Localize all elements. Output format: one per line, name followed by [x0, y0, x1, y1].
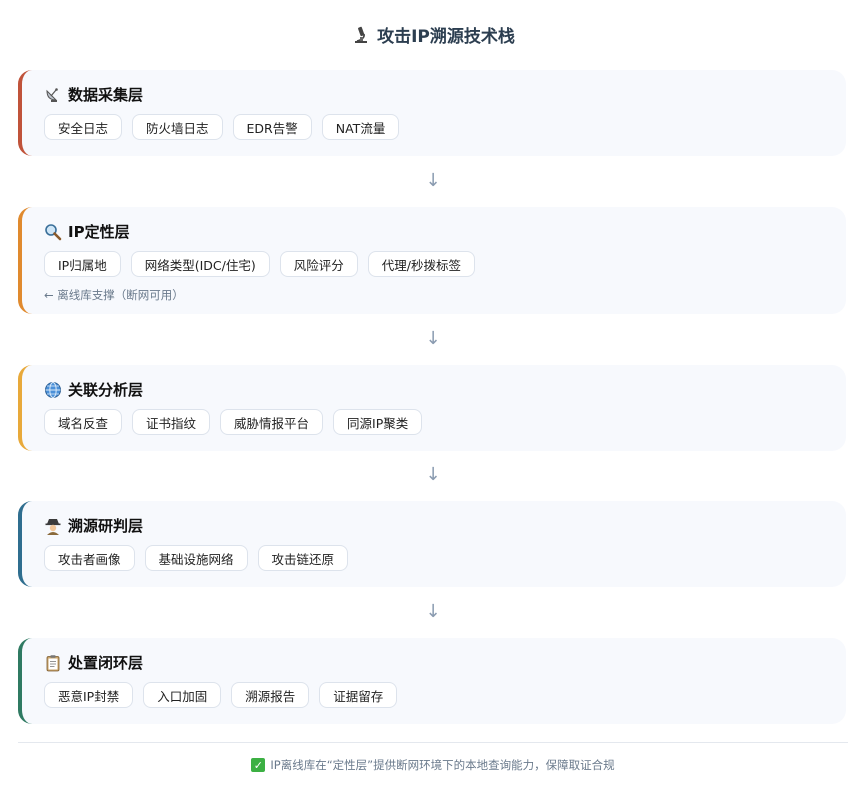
clipboard-icon [46, 654, 60, 671]
chip: 入口加固 [143, 682, 222, 708]
globe-icon [45, 381, 61, 398]
flow-arrow: ↓ [425, 601, 441, 622]
diagram-title: 攻击IP溯源技术栈 [0, 22, 866, 47]
chip: 溯源报告 [231, 682, 310, 708]
footer-divider [18, 742, 848, 743]
chip: 证书指纹 [132, 409, 211, 435]
chip: 证据留存 [319, 682, 398, 708]
chip: 风险评分 [279, 251, 358, 277]
footer-note: ✓ IP离线库在“定性层”提供断网环境下的本地查询能力，保障取证合规 [0, 757, 866, 773]
layer-title: 关联分析层 [68, 381, 144, 399]
chip: 基础设施网络 [144, 545, 248, 571]
chip: NAT流量 [321, 114, 400, 140]
chip: 安全日志 [44, 114, 123, 140]
satellite-dish-icon [46, 87, 58, 102]
layer-title: 数据采集层 [68, 86, 144, 104]
chip: 域名反查 [44, 409, 123, 435]
diagram-page: 攻击IP溯源技术栈 数据采集层 安全日志 防火墙日志 EDR告警 NAT流量 ↓ [0, 0, 866, 795]
layer-title: IP定性层 [68, 223, 130, 241]
check-mark-icon: ✓ [251, 758, 266, 772]
magnifier-icon [45, 223, 62, 240]
chip: 防火墙日志 [132, 114, 223, 140]
chip: 代理/秒拨标签 [367, 251, 475, 277]
layer-chips: 恶意IP封禁 入口加固 溯源报告 证据留存 [44, 682, 398, 708]
chip: 威胁情报平台 [220, 409, 324, 435]
layer-response-closure: 处置闭环层 恶意IP封禁 入口加固 溯源报告 证据留存 [18, 638, 846, 724]
chip: EDR告警 [232, 114, 312, 140]
chip: 恶意IP封禁 [44, 682, 134, 708]
chip: IP归属地 [44, 251, 121, 277]
chip: 攻击链还原 [257, 545, 349, 571]
layer-header: 关联分析层 [44, 379, 143, 400]
layer-header: 数据采集层 [44, 84, 143, 105]
flow-arrow: ↓ [425, 464, 441, 485]
chip: 攻击者画像 [44, 545, 135, 571]
layer-title: 处置闭环层 [68, 654, 144, 672]
detective-icon [45, 518, 61, 535]
layer-header: IP定性层 [44, 221, 130, 242]
layer-chips: 安全日志 防火墙日志 EDR告警 NAT流量 [44, 114, 400, 140]
flow-arrow: ↓ [425, 328, 441, 349]
layer-title: 溯源研判层 [68, 517, 144, 535]
diagram-title-text: 攻击IP溯源技术栈 [377, 27, 515, 47]
layer-header: 溯源研判层 [44, 515, 143, 536]
chip: 网络类型(IDC/住宅) [130, 251, 270, 277]
layer-correlation-analysis: 关联分析层 域名反查 证书指纹 威胁情报平台 同源IP聚类 [18, 365, 846, 451]
layer-chips: 域名反查 证书指纹 威胁情报平台 同源IP聚类 [44, 409, 423, 435]
layer-data-collection: 数据采集层 安全日志 防火墙日志 EDR告警 NAT流量 [18, 70, 846, 156]
flow-arrow: ↓ [425, 170, 441, 191]
layer-chips: IP归属地 网络类型(IDC/住宅) 风险评分 代理/秒拨标签 [44, 251, 475, 277]
layer-ip-classification: IP定性层 IP归属地 网络类型(IDC/住宅) 风险评分 代理/秒拨标签 ← … [18, 207, 846, 314]
chip: 同源IP聚类 [333, 409, 423, 435]
layer-chips: 攻击者画像 基础设施网络 攻击链还原 [44, 545, 349, 571]
offline-db-note: ← 离线库支撑（断网可用） [44, 288, 184, 302]
microscope-icon [355, 26, 368, 43]
footer-text: IP离线库在“定性层”提供断网环境下的本地查询能力，保障取证合规 [270, 758, 615, 772]
layer-tracing-judgment: 溯源研判层 攻击者画像 基础设施网络 攻击链还原 [18, 501, 846, 587]
layer-header: 处置闭环层 [44, 652, 143, 673]
